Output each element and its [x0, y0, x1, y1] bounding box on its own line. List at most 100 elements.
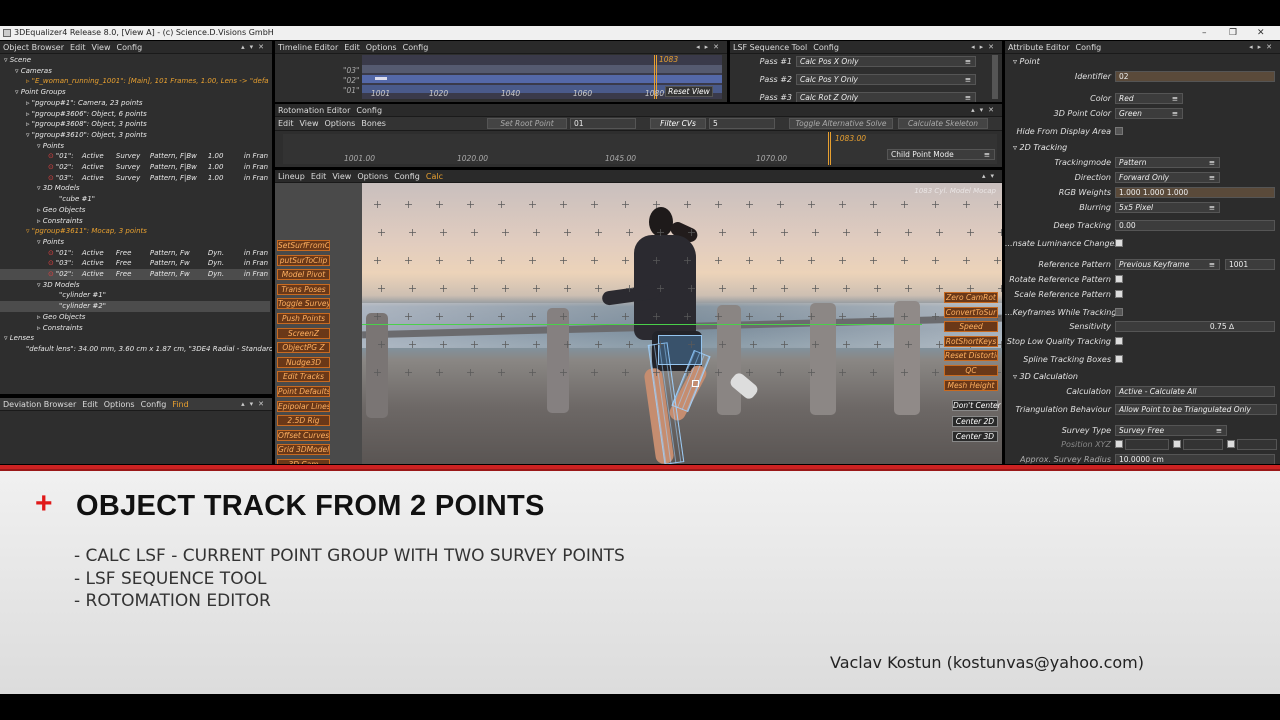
menu-config[interactable]: Config [356, 106, 382, 115]
menu-options[interactable]: Options [366, 43, 397, 52]
lineup-custom-button[interactable]: ObjectPG Z [277, 342, 330, 354]
3d-point-color-select[interactable]: Green [1115, 108, 1183, 119]
center-mode-button[interactable]: Center 3D [952, 431, 998, 442]
keyframes-while-tracking-checkbox[interactable] [1115, 308, 1123, 316]
lineup-custom-button[interactable]: Grid 3DModels [277, 444, 330, 456]
roto-frame-cursor[interactable] [828, 132, 831, 165]
spline-tracking-boxes-checkbox[interactable] [1115, 355, 1123, 363]
rgb-weights-field[interactable]: 1.000 1.000 1.000 [1115, 187, 1275, 198]
menu-edit[interactable]: Edit [278, 119, 294, 128]
pass1-select[interactable]: Calc Pos X Only [796, 56, 976, 67]
tree-row[interactable]: ▿ 3D Models [0, 280, 270, 291]
lineup-custom-button[interactable]: Zero CamRot [944, 292, 998, 303]
menu-edit[interactable]: Edit [311, 172, 327, 181]
toggle-alternative-solve-button[interactable]: Toggle Alternative Solve [789, 118, 893, 129]
lineup-custom-button[interactable]: 2.5D Rig [277, 415, 330, 427]
hide-from-display-checkbox[interactable] [1115, 127, 1123, 135]
calculation-select[interactable]: Active - Calculate All [1115, 386, 1275, 397]
maximize-button[interactable]: ❐ [1229, 26, 1237, 40]
tree-row[interactable]: ▹ "pgroup#3606": Object, 6 points [0, 109, 270, 120]
menu-edit[interactable]: Edit [344, 43, 360, 52]
menu-lineup[interactable]: Lineup [278, 172, 305, 181]
center-mode-button[interactable]: Center 2D [952, 415, 998, 427]
menu-config[interactable]: Config [813, 43, 839, 52]
menu-find[interactable]: Find [172, 400, 188, 409]
lineup-custom-button[interactable]: Model Pivot [277, 269, 330, 281]
tree-row[interactable]: "cylinder #1" [0, 290, 270, 301]
pane-controls[interactable]: ◂▸✕ [696, 41, 724, 54]
color-select[interactable]: Red [1115, 93, 1183, 104]
position-y-field[interactable] [1183, 439, 1223, 450]
scale-reference-checkbox[interactable] [1115, 290, 1123, 298]
menu-edit[interactable]: Edit [70, 43, 86, 52]
lineup-custom-button[interactable]: Trans Poses [277, 283, 330, 295]
tree-row[interactable]: ▿ Points [0, 141, 270, 152]
menu-options[interactable]: Options [324, 119, 355, 128]
lineup-custom-button[interactable]: Nudge3D [277, 356, 330, 368]
tree-row[interactable]: "default lens": 34.00 mm, 3.60 cm x 1.87… [0, 344, 272, 355]
sensitivity-slider[interactable]: 0.75 ∆ [1115, 321, 1275, 332]
menu-deviation-browser[interactable]: Deviation Browser [3, 400, 76, 409]
tree-row[interactable]: ▹ Constraints [0, 216, 270, 227]
root-point-field[interactable]: 01 [570, 118, 636, 129]
pass2-select[interactable]: Calc Pos Y Only [796, 74, 976, 85]
lineup-custom-button[interactable]: RotShortKeys [944, 335, 998, 347]
tree-row[interactable]: ⊙ "02": Active Survey Pattern, F|Bw 1.00 in Fr… [0, 162, 270, 173]
menu-object-browser[interactable]: Object Browser [3, 43, 64, 52]
tree-row[interactable]: ▿ Scene [0, 55, 270, 66]
menu-config[interactable]: Config [117, 43, 143, 52]
menu-calc[interactable]: Calc [426, 172, 443, 181]
section-3d-calculation[interactable]: ▿ 3D Calculation [1013, 372, 1078, 381]
lsf-scrollbar[interactable] [992, 55, 998, 99]
lineup-custom-button[interactable]: Mesh Height [944, 379, 998, 391]
tree-row[interactable]: ▿ Point Groups [0, 87, 270, 98]
menu-config[interactable]: Config [141, 400, 167, 409]
lineup-custom-button[interactable]: Offset Curves [277, 429, 330, 441]
reference-frame-field[interactable]: 1001 [1225, 259, 1275, 270]
menu-attribute-editor[interactable]: Attribute Editor [1008, 43, 1070, 52]
pane-controls[interactable]: ▴▾✕ [971, 104, 999, 117]
lineup-custom-button[interactable]: putSurToClip [277, 254, 330, 266]
menu-options[interactable]: Options [357, 172, 388, 181]
menu-view[interactable]: View [332, 172, 351, 181]
section-2d-tracking[interactable]: ▿ 2D Tracking [1013, 143, 1067, 152]
tree-row[interactable]: ▹ "pgroup#3608": Object, 3 points [0, 119, 270, 130]
camera-viewport[interactable]: 1083 Cyl. Model Mocap [362, 183, 1002, 464]
tree-row[interactable]: ⊙ "01": Active Free Pattern, Fw Dyn. in Fran [0, 248, 270, 259]
tree-row[interactable]: ⊙ "02": Active Free Pattern, Fw Dyn. in Fran [0, 269, 270, 280]
stop-low-quality-checkbox[interactable] [1115, 337, 1123, 345]
pane-controls[interactable]: ▴▾ [982, 170, 999, 183]
position-z-field[interactable] [1237, 439, 1277, 450]
tree-row[interactable]: ▹ "E_woman_running_1001": [Main], 101 Fr… [0, 76, 270, 87]
blurring-select[interactable]: 5x5 Pixel [1115, 202, 1220, 213]
reference-pattern-select[interactable]: Previous Keyframe [1115, 259, 1220, 270]
position-x-field[interactable] [1125, 439, 1169, 450]
deep-tracking-field[interactable]: 0.00 [1115, 220, 1275, 231]
pane-controls[interactable]: ◂▸✕ [971, 41, 999, 54]
lineup-custom-button[interactable]: ScreenZ [277, 327, 330, 339]
tree-row[interactable]: ⊙ "03": Active Survey Pattern, F|Bw 1.00 in Fr… [0, 173, 270, 184]
identifier-field[interactable]: 02 [1115, 71, 1275, 82]
lineup-custom-button[interactable]: QC [944, 365, 998, 376]
trackingmode-select[interactable]: Pattern [1115, 157, 1220, 168]
tree-row[interactable]: ▿ "pgroup#3611": Mocap, 3 points [0, 226, 270, 237]
menu-view[interactable]: View [300, 119, 319, 128]
survey-radius-field[interactable]: 10.0000 cm [1115, 454, 1275, 464]
lineup-custom-button[interactable]: SetSurfFromClip [277, 240, 330, 251]
set-root-point-button[interactable]: Set Root Point [487, 118, 567, 129]
tree-row[interactable]: ⊙ "03": Active Free Pattern, Fw Dyn. in Fran [0, 258, 270, 269]
lineup-custom-button[interactable]: Push Points [277, 313, 330, 324]
rotate-reference-checkbox[interactable] [1115, 275, 1123, 283]
pane-controls[interactable]: ▴▾✕ [241, 41, 269, 54]
position-x-lock[interactable] [1115, 440, 1123, 448]
reset-view-button[interactable]: Reset View [665, 86, 713, 97]
section-point[interactable]: ▿ Point [1013, 57, 1040, 66]
survey-type-select[interactable]: Survey Free [1115, 425, 1227, 436]
direction-select[interactable]: Forward Only [1115, 172, 1220, 183]
minimize-button[interactable]: – [1202, 26, 1207, 40]
menu-config[interactable]: Config [403, 43, 429, 52]
tree-row[interactable]: ▹ "pgroup#1": Camera, 23 points [0, 98, 270, 109]
child-point-mode-select[interactable]: Child Point Mode [887, 149, 995, 160]
scene-tree[interactable]: ▿ Scene ▿ Cameras ▹ "E_woman_running_1001"… [0, 55, 272, 394]
pane-controls[interactable]: ▴▾✕ [241, 398, 269, 411]
